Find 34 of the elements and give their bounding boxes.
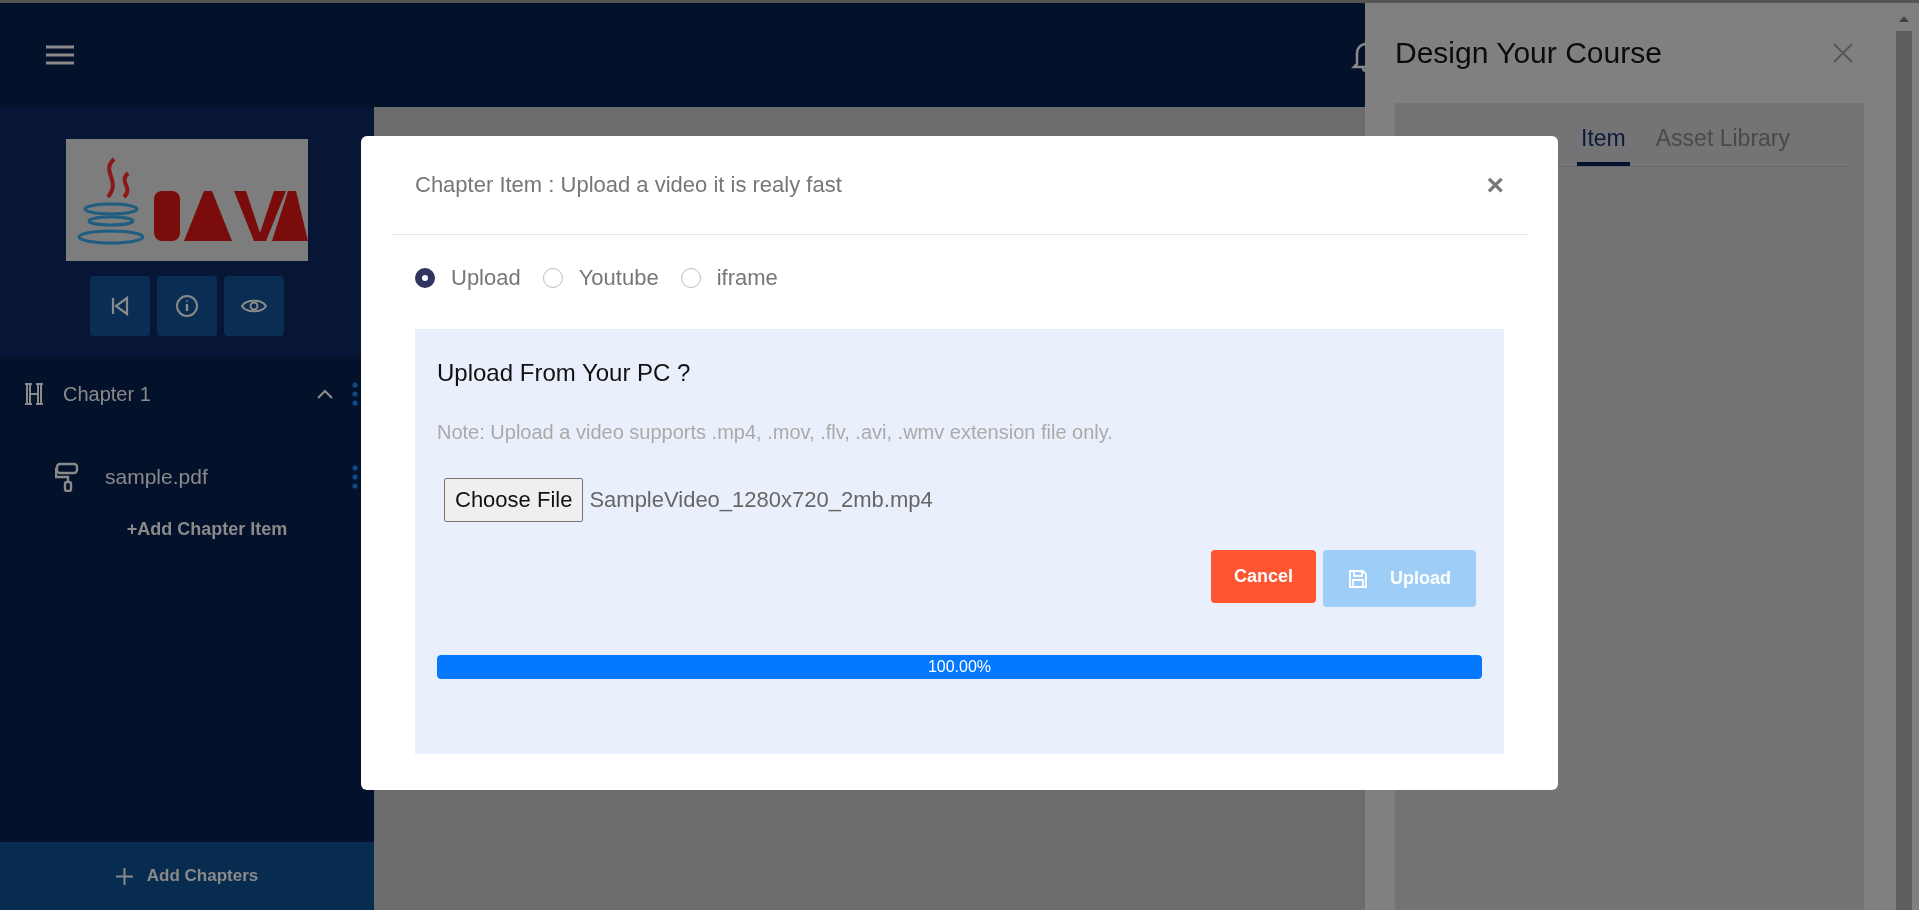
item-title[interactable]: sample.pdf (105, 465, 326, 489)
paint-roller-icon (55, 462, 79, 492)
info-button[interactable] (157, 276, 217, 336)
close-button[interactable]: × (1486, 168, 1504, 202)
preview-button[interactable] (224, 276, 284, 336)
radio-label[interactable]: Youtube (578, 265, 659, 291)
add-chapters-button[interactable]: Add Chapters (0, 842, 374, 910)
progress-reading: 100.00% (926, 657, 993, 677)
scroll-up-icon[interactable] (1897, 15, 1910, 23)
upload-button: Upload (1323, 550, 1476, 607)
eye-icon (241, 297, 267, 315)
more-icon[interactable] (352, 465, 358, 489)
radio-label[interactable]: iframe (716, 265, 778, 291)
file-name: SampleVideo_1280x720_2mb.mp4 (589, 487, 933, 513)
radio-button[interactable] (415, 268, 435, 288)
add-chapter-item-link[interactable]: +Add Chapter Item (126, 519, 288, 540)
caret-icon[interactable] (316, 388, 334, 400)
more-icon[interactable] (352, 382, 358, 406)
choose-file-button[interactable]: Choose File (444, 478, 584, 522)
radio-label[interactable]: Upload (451, 265, 521, 291)
info-icon (175, 294, 199, 318)
dialog-title: Chapter Item : Upload a video it is realy fast (415, 172, 842, 198)
drawer-title: Design Your Course (1395, 36, 1662, 70)
note-text: Note: Upload a video supports .mp4, .mov, .flv, .avi, .wmv extension file only. (437, 421, 1114, 444)
menu-icon[interactable] (45, 44, 75, 66)
panel-heading: Upload From Your PC ? (437, 359, 692, 387)
save-icon (1348, 568, 1368, 589)
chapter-title[interactable]: Chapter 1 (63, 382, 298, 406)
back-button[interactable] (90, 276, 150, 336)
drawer-tab[interactable]: Item (1577, 103, 1630, 166)
plus-icon (115, 867, 133, 885)
heading-icon (23, 382, 45, 406)
skip-back-icon (109, 295, 131, 317)
cancel-button[interactable]: Cancel (1211, 550, 1316, 603)
